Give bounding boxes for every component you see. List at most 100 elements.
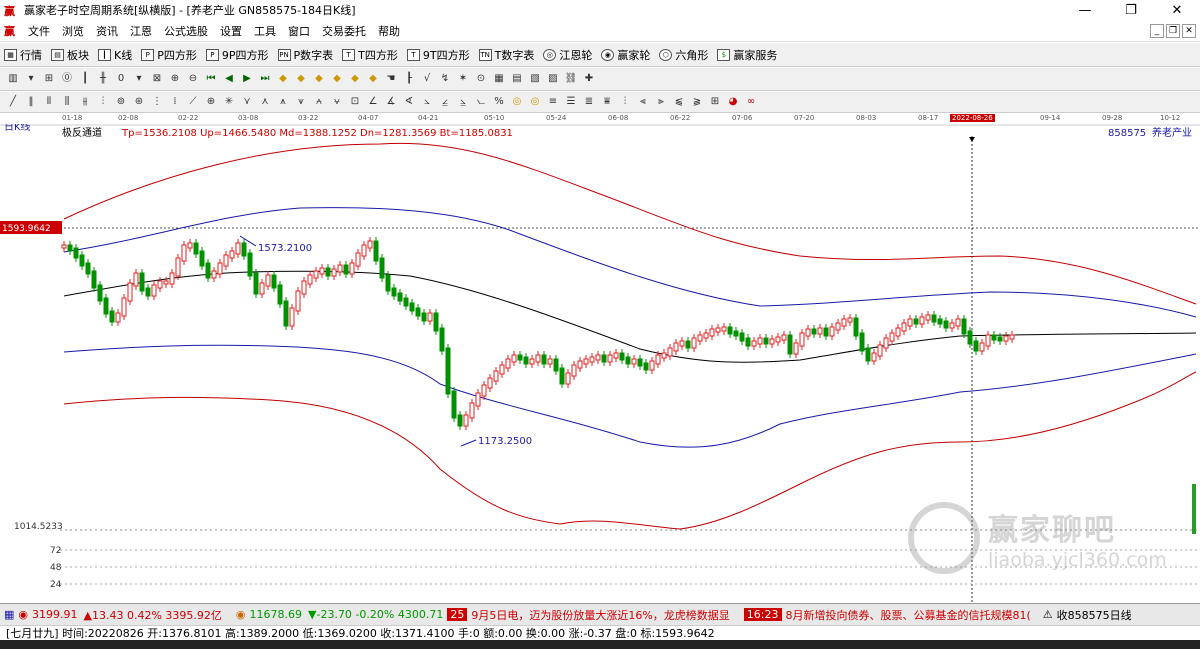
draw-infinity-icon[interactable]: ∞ [744, 95, 758, 109]
toolbar-p-number-button[interactable]: PN P数字表 [277, 47, 333, 63]
toolbar-sector-button[interactable]: ▤ 板块 [51, 47, 89, 63]
toolbar-9t-square-button[interactable]: T 9T四方形 [406, 47, 470, 63]
menu-gann[interactable]: 江恩 [124, 23, 158, 39]
menu-tools[interactable]: 工具 [248, 23, 282, 39]
menu-settings[interactable]: 设置 [214, 23, 248, 39]
diamond1-icon[interactable]: ◆ [276, 72, 290, 86]
draw-coin1-icon[interactable]: ◎ [510, 95, 524, 109]
tool4-icon[interactable]: ✶ [456, 72, 470, 86]
tool5-icon[interactable]: ⊙ [474, 72, 488, 86]
draw-v1-icon[interactable]: ⋎ [240, 95, 254, 109]
draw-star-icon[interactable]: ✳ [222, 95, 236, 109]
puzzle-icon[interactable]: ✚ [582, 72, 596, 86]
zero-icon[interactable]: 0 [114, 72, 128, 86]
toolbar-t-number-button[interactable]: TN T数字表 [478, 47, 534, 63]
child-restore-button[interactable]: ❐ [1166, 23, 1180, 38]
link-icon[interactable]: ⛓ [564, 72, 578, 86]
draw-fan-icon[interactable]: ⫴ [42, 95, 56, 109]
draw-angle4-icon[interactable]: ⦣ [420, 95, 434, 109]
diamond6-icon[interactable]: ◆ [366, 72, 380, 86]
draw-grid-icon[interactable]: ⁞ [168, 95, 182, 109]
draw-v2-icon[interactable]: ⋏ [258, 95, 272, 109]
draw-lines4-icon[interactable]: ⩸ [600, 95, 614, 109]
draw-circles2-icon[interactable]: ⊛ [132, 95, 146, 109]
diamond4-icon[interactable]: ◆ [330, 72, 344, 86]
zoom-in-icon[interactable]: ⊕ [168, 72, 182, 86]
draw-line-icon[interactable]: ╱ [6, 95, 20, 109]
toolbar-t-square-button[interactable]: T T四方形 [342, 47, 398, 63]
prev-icon[interactable]: ◀ [222, 72, 236, 86]
draw-v4-icon[interactable]: ⩛ [294, 95, 308, 109]
toolbar-kline-button[interactable]: ┃ K线 [98, 47, 132, 63]
draw-v3-icon[interactable]: ⩚ [276, 95, 290, 109]
diamond3-icon[interactable]: ◆ [312, 72, 326, 86]
draw-gridbox-icon[interactable]: ⊞ [708, 95, 722, 109]
draw-angle7-icon[interactable]: ⦦ [474, 95, 488, 109]
table4-icon[interactable]: ▨ [546, 72, 560, 86]
weight-icon[interactable]: ⊞ [42, 72, 56, 86]
draw-v6-icon[interactable]: ⩝ [330, 95, 344, 109]
table2-icon[interactable]: ▤ [510, 72, 524, 86]
indicator-icon[interactable]: ⊠ [150, 72, 164, 86]
menu-trade[interactable]: 交易委托 [316, 23, 372, 39]
toolbar-p-square-button[interactable]: P P四方形 [141, 47, 197, 63]
draw-angle5-icon[interactable]: ⦤ [438, 95, 452, 109]
draw-circles-icon[interactable]: ⊚ [114, 95, 128, 109]
draw-lines2-icon[interactable]: ☰ [564, 95, 578, 109]
draw-lines7-icon[interactable]: ⫸ [654, 95, 668, 109]
draw-percent-icon[interactable]: % [492, 95, 506, 109]
draw-angle3-icon[interactable]: ∢ [402, 95, 416, 109]
zoom-out-icon[interactable]: ⊖ [186, 72, 200, 86]
menu-browse[interactable]: 浏览 [56, 23, 90, 39]
draw-coin2-icon[interactable]: ◎ [528, 95, 542, 109]
draw-bars2-icon[interactable]: ⫵ [78, 95, 92, 109]
toolbar-quote-button[interactable]: ▦ 行情 [4, 47, 42, 63]
draw-lines5-icon[interactable]: ⫶ [618, 95, 632, 109]
close-button[interactable]: ✕ [1154, 3, 1200, 18]
first-icon[interactable]: ⏮ [204, 72, 218, 86]
maximize-button[interactable]: ❐ [1108, 3, 1154, 18]
menu-file[interactable]: 文件 [22, 23, 56, 39]
draw-lines8-icon[interactable]: ⫹ [672, 95, 686, 109]
menu-news[interactable]: 资讯 [90, 23, 124, 39]
draw-vlines-icon[interactable]: ‖ [24, 95, 38, 109]
draw-v5-icon[interactable]: ⩜ [312, 95, 326, 109]
period-icon[interactable]: ▥ [6, 72, 20, 86]
diamond5-icon[interactable]: ◆ [348, 72, 362, 86]
minimize-button[interactable]: — [1062, 3, 1108, 18]
toolbar-gann-wheel-button[interactable]: ◎ 江恩轮 [543, 47, 592, 63]
draw-lines1-icon[interactable]: ≡ [546, 95, 560, 109]
draw-lines6-icon[interactable]: ⫷ [636, 95, 650, 109]
menu-help[interactable]: 帮助 [372, 23, 406, 39]
child-close-button[interactable]: ✕ [1182, 23, 1196, 38]
news-ticker-1[interactable]: 9月5日电，迈为股份放量大涨近16%，龙虎榜数据显 [471, 607, 729, 623]
news-ticker-2[interactable]: 8月新增投向债券、股票、公募基金的信托规模81( [786, 607, 1031, 623]
zero-dropdown-icon[interactable]: ▾ [132, 72, 146, 86]
draw-pie-icon[interactable]: ◕ [726, 95, 740, 109]
child-minimize-button[interactable]: _ [1150, 23, 1164, 38]
candle-style-icon[interactable]: ┃ [78, 72, 92, 86]
toolbar-service-button[interactable]: $ 赢家服务 [717, 47, 777, 63]
info-icon[interactable]: ⓪ [60, 72, 74, 86]
toolbar-hexagon-button[interactable]: ⬡ 六角形 [659, 47, 708, 63]
draw-angle1-icon[interactable]: ∠ [366, 95, 380, 109]
draw-lines9-icon[interactable]: ⫺ [690, 95, 704, 109]
draw-bars-icon[interactable]: ⫼ [60, 95, 74, 109]
last-icon[interactable]: ⏭ [258, 72, 272, 86]
draw-box-icon[interactable]: ⊡ [348, 95, 362, 109]
table3-icon[interactable]: ▧ [528, 72, 542, 86]
calc-icon[interactable]: ▦ [492, 72, 506, 86]
hand-icon[interactable]: ☚ [384, 72, 398, 86]
draw-lines3-icon[interactable]: ≣ [582, 95, 596, 109]
toolbar-9p-square-button[interactable]: P 9P四方形 [205, 47, 269, 63]
menu-window[interactable]: 窗口 [282, 23, 316, 39]
tool2-icon[interactable]: √ [420, 72, 434, 86]
tool3-icon[interactable]: ↯ [438, 72, 452, 86]
draw-slash-icon[interactable]: ⟋ [186, 95, 200, 109]
diamond2-icon[interactable]: ◆ [294, 72, 308, 86]
grid-status-icon[interactable]: ▦ [4, 608, 14, 621]
draw-vbars-icon[interactable]: ⋮ [150, 95, 164, 109]
toolbar-winner-wheel-button[interactable]: ◉ 赢家轮 [601, 47, 650, 63]
period-dropdown-icon[interactable]: ▾ [24, 72, 38, 86]
next-icon[interactable]: ▶ [240, 72, 254, 86]
